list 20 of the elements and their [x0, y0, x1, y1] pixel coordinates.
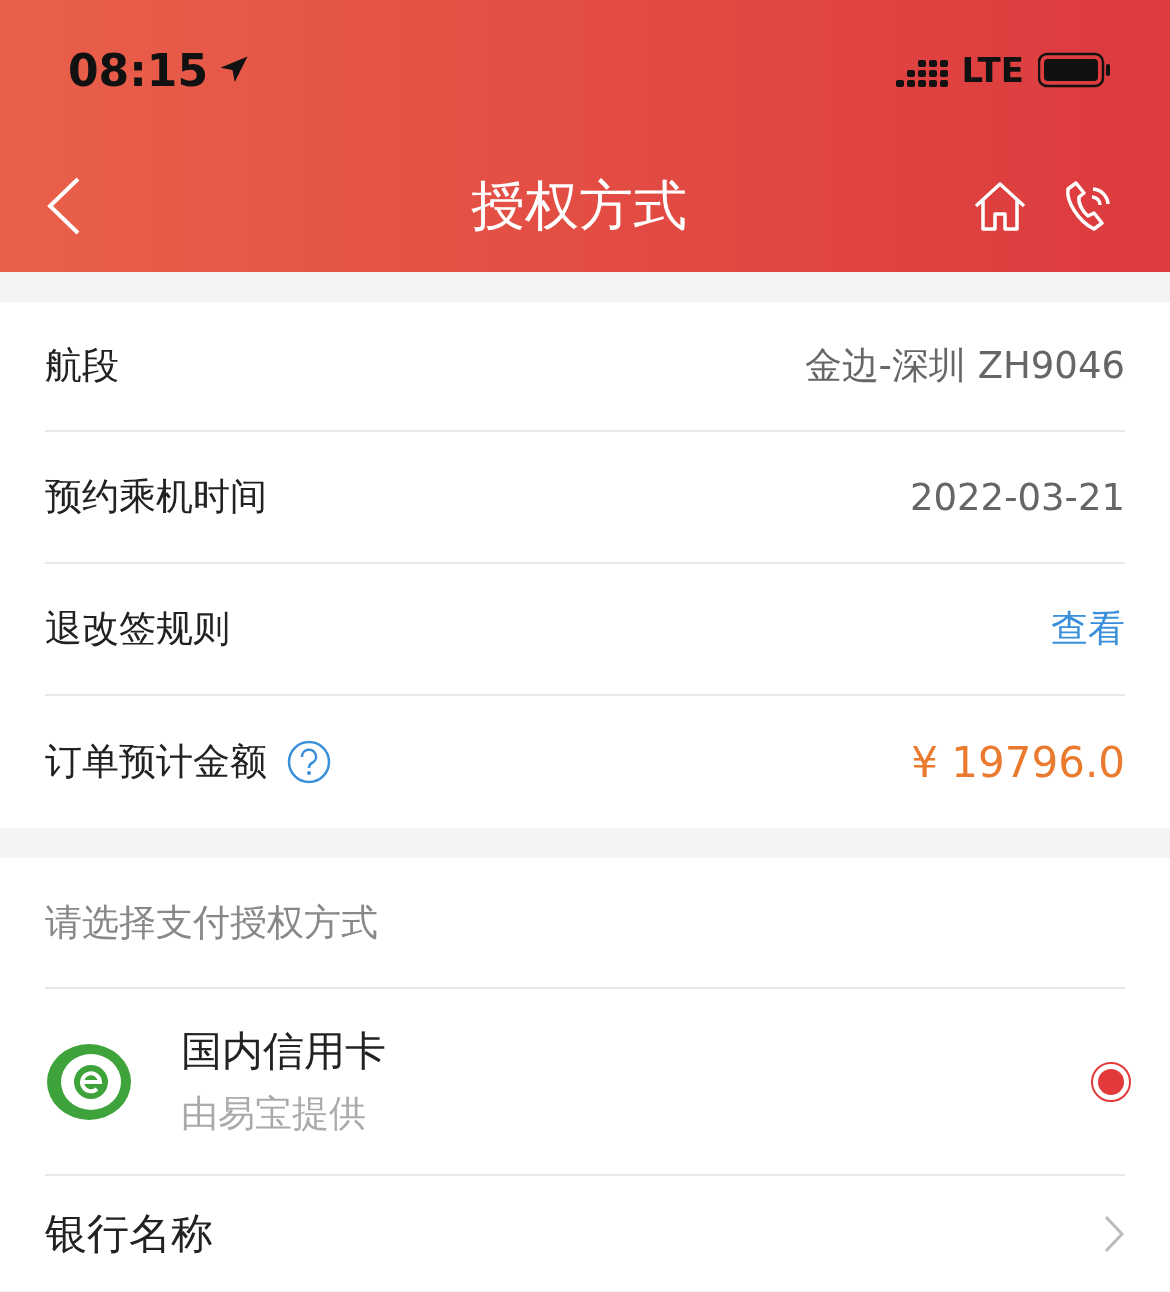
- radio-button[interactable]: [1091, 1061, 1131, 1102]
- network-type: LTE: [961, 50, 1024, 90]
- payment-method-name: 国内信用卡: [181, 1026, 386, 1077]
- row-value: ¥ 19796.0: [911, 737, 1125, 787]
- payment-provider: 由易宝提供: [181, 1091, 367, 1137]
- page-title: 授权方式: [471, 172, 687, 239]
- battery-icon: [1038, 52, 1112, 88]
- bank-name-label: 银行名称: [45, 1207, 213, 1260]
- row-label: 订单预计金额: [45, 739, 267, 785]
- row-value: 2022-03-21: [909, 475, 1125, 519]
- row-label: 预约乘机时间: [45, 474, 267, 520]
- section-heading: 请选择支付授权方式: [45, 899, 378, 946]
- row-label: 航段: [45, 343, 119, 389]
- home-button[interactable]: [972, 179, 1028, 233]
- view-link[interactable]: 查看: [1051, 604, 1125, 654]
- status-time: 08:15: [68, 44, 253, 96]
- row-value: 金边-深圳 ZH9046: [804, 343, 1125, 389]
- row-label: 退改签规则: [45, 606, 230, 652]
- help-icon[interactable]: [287, 740, 331, 784]
- payment-logo-icon: [45, 1041, 133, 1122]
